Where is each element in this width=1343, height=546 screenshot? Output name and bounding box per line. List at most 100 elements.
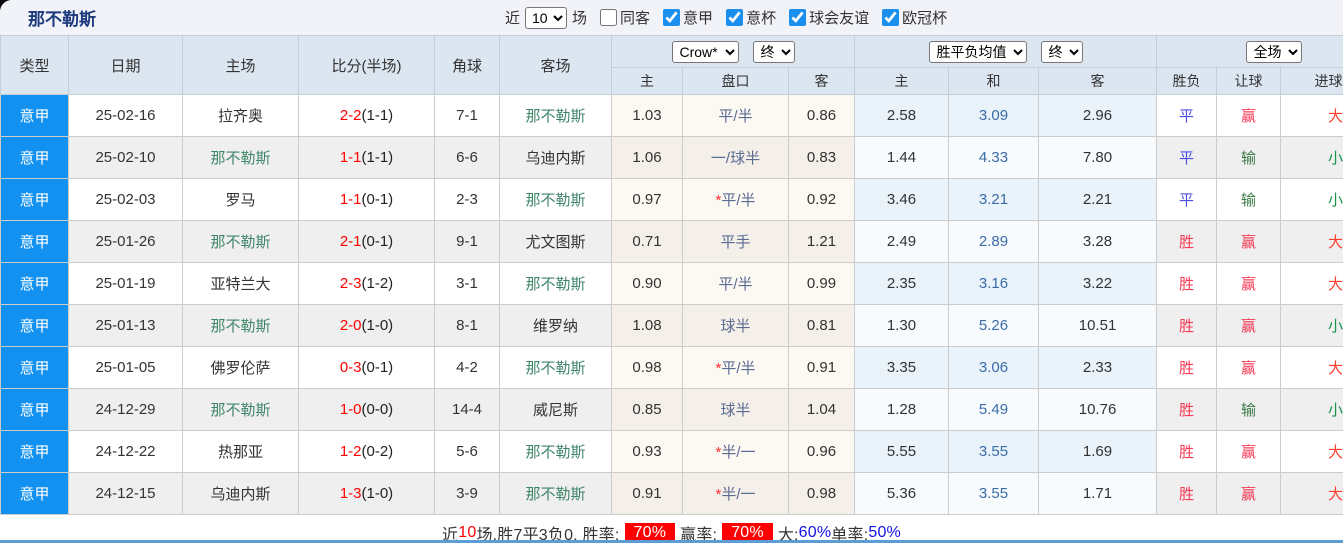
score-cell: 1-1(0-1): [298, 178, 435, 221]
table-wrap: 类型 日期 主场 比分(半场) 角球 客场 Crow* 终 胜平负均值 终 全场…: [0, 35, 1343, 515]
crow-home-odds: 0.97: [611, 178, 683, 221]
crow-away-odds: 0.91: [787, 346, 856, 389]
fulltime-score: 2-2: [339, 107, 362, 124]
match-history-panel: 那不勒斯 近 10 场 同客 意甲 意杯 球会友谊 欧冠杯 类型 日期 主场 比…: [0, 0, 1343, 546]
crow-away-odds: 0.96: [787, 430, 856, 473]
fulltime-score: 1-3: [339, 485, 362, 502]
corners: 9-1: [434, 220, 500, 263]
score-cell: 2-3(1-2): [298, 262, 435, 305]
avg-away-odds: 2.33: [1038, 346, 1158, 389]
crow-away-odds: 0.86: [787, 94, 856, 137]
crow-home-odds: 0.91: [611, 472, 683, 515]
recent-label: 近: [505, 10, 521, 27]
handicap-result: 赢: [1216, 94, 1282, 137]
handicap: 球半: [682, 304, 789, 347]
match-date: 25-01-13: [68, 304, 183, 347]
fulltime-score: 1-2: [339, 443, 362, 460]
corners: 14-4: [434, 388, 500, 431]
col-header-avg-home: 主: [854, 67, 950, 95]
halftime-score: (0-2): [361, 443, 394, 460]
match-date: 24-12-22: [68, 430, 183, 473]
away-team: 乌迪内斯: [499, 136, 612, 179]
goals-result: 小: [1280, 136, 1343, 179]
result-badge: 平: [1156, 178, 1218, 221]
score-cell: 1-0(0-0): [298, 388, 435, 431]
corners: 3-1: [434, 262, 500, 305]
serie-a-checkbox[interactable]: [663, 9, 681, 26]
avg-draw-odds: 2.89: [948, 220, 1040, 263]
match-date: 25-01-05: [68, 346, 183, 389]
crow-away-odds: 0.83: [787, 136, 856, 179]
league-badge: 意甲: [0, 220, 69, 263]
result-badge: 平: [1156, 94, 1218, 137]
col-header-odds-away: 客: [787, 67, 856, 95]
home-team: 那不勒斯: [182, 304, 299, 347]
halftime-score: (1-1): [361, 149, 394, 166]
champions-league-checkbox[interactable]: [882, 9, 900, 26]
avg-home-odds: 5.36: [854, 472, 950, 515]
handicap-result: 赢: [1216, 472, 1282, 515]
corners: 2-3: [434, 178, 500, 221]
checkbox-friendly: 球会友谊: [781, 7, 869, 28]
avg-away-odds: 3.28: [1038, 220, 1158, 263]
result-badge: 胜: [1156, 346, 1218, 389]
friendly-checkbox[interactable]: [789, 9, 807, 26]
col-header-date: 日期: [68, 35, 183, 95]
coppa-italia-checkbox[interactable]: [726, 9, 744, 26]
avg-home-odds: 1.28: [854, 388, 950, 431]
avg-source-select[interactable]: 胜平负均值: [928, 40, 1027, 63]
avg-draw-odds: 3.21: [948, 178, 1040, 221]
league-badge: 意甲: [0, 94, 69, 137]
crow-away-odds: 1.04: [787, 388, 856, 431]
checkbox-coppa-italia: 意杯: [718, 7, 776, 28]
home-team: 那不勒斯: [182, 136, 299, 179]
handicap-result: 输: [1216, 388, 1282, 431]
halftime-score: (1-0): [361, 485, 394, 502]
crow-home-odds: 0.90: [611, 262, 683, 305]
home-team: 乌迪内斯: [182, 472, 299, 515]
league-badge: 意甲: [0, 472, 69, 515]
avg-state-select[interactable]: 终: [1040, 40, 1083, 63]
odds-state-select[interactable]: 终: [752, 40, 795, 63]
odds-dropdown-group: Crow* 终: [610, 35, 856, 68]
avg-home-odds: 5.55: [854, 430, 950, 473]
away-team: 那不勒斯: [499, 430, 612, 473]
odds-source-select[interactable]: Crow*: [671, 40, 739, 63]
fulltime-score: 0-3: [339, 359, 362, 376]
goals-result: 小: [1280, 304, 1343, 347]
handicap: 球半: [682, 388, 789, 431]
table-row: 意甲 24-12-22 热那亚 1-2(0-2) 5-6 那不勒斯 0.93 *…: [0, 430, 1343, 473]
col-header-score: 比分(半场): [298, 35, 435, 95]
avg-home-odds: 3.46: [854, 178, 950, 221]
handicap-result: 输: [1216, 136, 1282, 179]
league-badge: 意甲: [0, 178, 69, 221]
goals-result: 大: [1280, 430, 1343, 473]
avg-draw-odds: 5.49: [948, 388, 1040, 431]
halftime-score: (0-0): [361, 401, 394, 418]
corners: 6-6: [434, 136, 500, 179]
goals-result: 小: [1280, 388, 1343, 431]
crow-home-odds: 0.85: [611, 388, 683, 431]
recent-count-select[interactable]: 10: [525, 6, 568, 29]
league-badge: 意甲: [0, 346, 69, 389]
handicap: *平/半: [682, 178, 789, 221]
page-title: 那不勒斯: [28, 10, 96, 29]
corners: 8-1: [434, 304, 500, 347]
col-header-handicap: 盘口: [682, 67, 789, 95]
result-badge: 平: [1156, 136, 1218, 179]
col-header-cover: 让球: [1216, 67, 1282, 95]
league-badge: 意甲: [0, 262, 69, 305]
avg-away-odds: 10.76: [1038, 388, 1158, 431]
home-team: 亚特兰大: [182, 262, 299, 305]
handicap-result: 输: [1216, 178, 1282, 221]
match-date: 24-12-15: [68, 472, 183, 515]
goals-result: 大: [1280, 472, 1343, 515]
scope-select[interactable]: 全场: [1245, 40, 1302, 63]
match-date: 25-01-19: [68, 262, 183, 305]
table-row: 意甲 25-01-19 亚特兰大 2-3(1-2) 3-1 那不勒斯 0.90 …: [0, 262, 1343, 305]
fulltime-score: 1-1: [339, 149, 362, 166]
score-cell: 1-3(1-0): [298, 472, 435, 515]
result-badge: 胜: [1156, 472, 1218, 515]
fulltime-score: 2-0: [339, 317, 362, 334]
same-away-checkbox[interactable]: [600, 9, 618, 26]
